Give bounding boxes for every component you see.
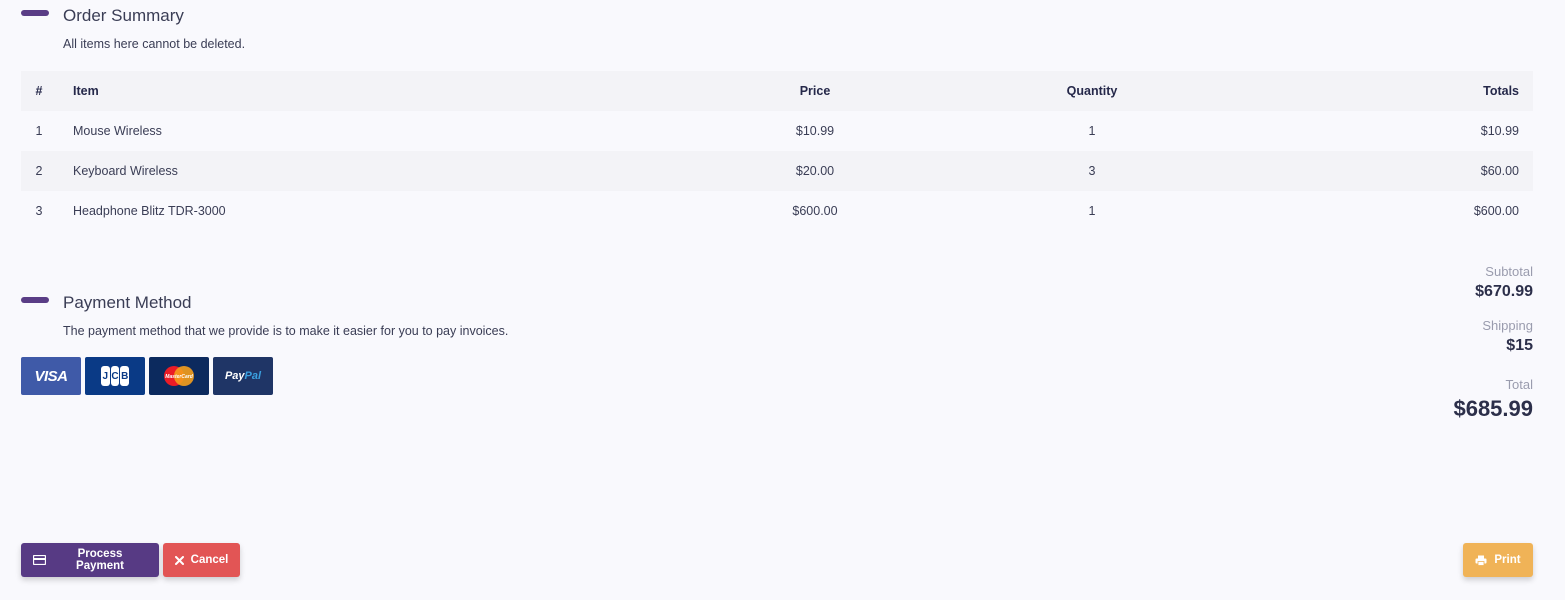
cancel-label: Cancel [190,554,229,566]
table-header-row: # Item Price Quantity Totals [21,71,1533,111]
jcb-letter-j: J [101,366,110,386]
shipping-label: Shipping [1482,318,1533,333]
row-total: $10.99 [1480,124,1519,138]
order-table: # Item Price Quantity Totals 1 Mouse Wir… [21,71,1533,231]
print-button[interactable]: Print [1463,543,1533,577]
jcb-letter-b: B [120,366,130,386]
row-total: $600.00 [1473,204,1519,218]
order-summary-title: Order Summary [63,6,184,25]
subtotal-value: $670.99 [1475,283,1533,300]
printer-icon [1475,555,1487,566]
row-num: 3 [35,204,43,218]
print-label: Print [1494,554,1521,566]
payment-cards: VISA JCB MasterCard PayPal [21,357,273,395]
row-quantity: 3 [966,151,1218,191]
jcb-logo: JCB [101,366,130,386]
jcb-letter-c: C [110,366,120,386]
payment-method-accent-bar [21,297,49,303]
paypal-card-icon: PayPal [213,357,273,395]
close-icon [174,555,184,565]
total-value: $685.99 [1453,396,1533,421]
row-item: Headphone Blitz TDR-3000 [73,204,226,218]
order-totals: Subtotal $670.99 Shipping $15 Total $685… [1453,264,1533,422]
header-price: Price [664,71,966,111]
visa-label: VISA [34,367,68,385]
mastercard-card-icon: MasterCard [149,357,209,395]
table-row: 1 Mouse Wireless $10.99 1 $10.99 [21,111,1533,151]
process-payment-label: Process Payment [76,548,124,572]
order-summary-accent-bar [21,10,49,16]
header-totals: Totals [1218,71,1533,111]
header-num: # [21,71,57,111]
row-item: Mouse Wireless [73,124,162,138]
row-price: $600.00 [792,204,838,218]
table-row: 2 Keyboard Wireless $20.00 3 $60.00 [21,151,1533,191]
jcb-card-icon: JCB [85,357,145,395]
table-row: 3 Headphone Blitz TDR-3000 $600.00 1 $60… [21,191,1533,231]
payment-method-title: Payment Method [63,293,192,312]
cancel-button[interactable]: Cancel [163,543,240,577]
subtotal-label: Subtotal [1485,264,1533,279]
svg-text:MasterCard: MasterCard [165,374,193,380]
row-quantity: 1 [1088,204,1096,218]
row-item: Keyboard Wireless [57,151,664,191]
order-summary-header: Order Summary All items here cannot be d… [21,0,621,60]
row-price: $10.99 [795,124,835,138]
order-summary-description: All items here cannot be deleted. [63,37,246,51]
paypal-logo: PayPal [224,370,262,382]
payment-method-description: The payment method that we provide is to… [63,324,509,338]
header-quantity: Quantity [966,71,1218,111]
visa-card-icon: VISA [21,357,81,395]
row-price: $20.00 [664,151,966,191]
row-quantity: 1 [1088,124,1096,138]
process-payment-button[interactable]: Process Payment [21,543,159,577]
shipping-value: $15 [1506,337,1533,354]
row-num: 1 [35,124,43,138]
payment-method-header: Payment Method The payment method that w… [21,287,721,347]
row-num: 2 [21,151,57,191]
credit-card-icon [33,555,46,565]
total-label: Total [1505,377,1533,392]
mastercard-logo: MasterCard [164,366,194,386]
header-item: Item [57,71,664,111]
row-total: $60.00 [1218,151,1533,191]
